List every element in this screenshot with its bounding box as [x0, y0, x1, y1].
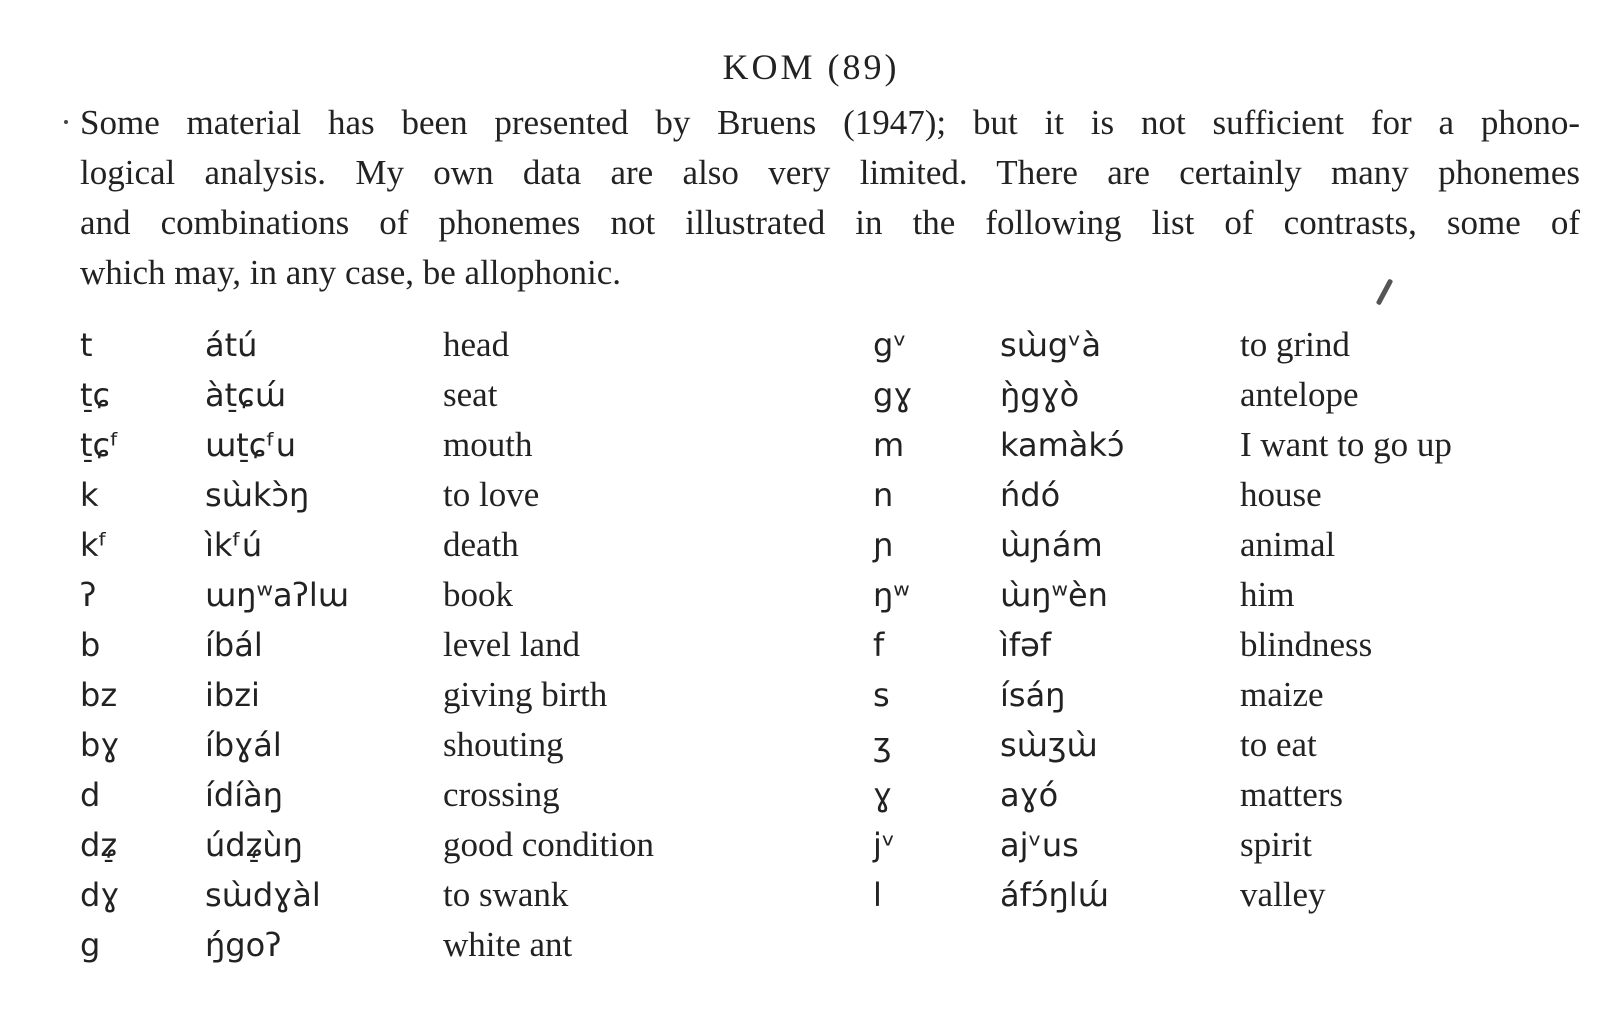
intro-paragraph: Some material has been presented by Brue… — [80, 98, 1580, 298]
left-gloss-column: head seat mouth to love death book level… — [443, 320, 654, 970]
phoneme-cell: gᵛ — [873, 326, 907, 364]
word-cell: ŋ̀gɣò — [1000, 376, 1080, 414]
phoneme-cell: l — [873, 876, 882, 914]
phoneme-cell: dɣ — [80, 876, 120, 914]
gloss-cell: matters — [1240, 775, 1344, 814]
intro-line: and combinations of phonemes not illustr… — [80, 203, 1580, 242]
gloss-cell: death — [443, 525, 519, 564]
word-cell: sɯ̀gᵛà — [1000, 326, 1102, 364]
gloss-cell: giving birth — [443, 675, 608, 714]
gloss-cell: antelope — [1240, 375, 1359, 414]
phoneme-cell: bz — [80, 676, 118, 714]
word-cell: ídíàŋ — [205, 776, 283, 814]
phoneme-cell: n — [873, 476, 894, 514]
gloss-cell: crossing — [443, 775, 560, 814]
gloss-cell: I want to go up — [1240, 425, 1452, 464]
phoneme-cell: d — [80, 776, 101, 814]
gloss-cell: to love — [443, 475, 540, 514]
gloss-cell: him — [1240, 575, 1295, 614]
phoneme-cell: g — [80, 926, 101, 964]
word-cell: àt̠ɕɯ́ — [205, 376, 286, 414]
word-cell: sɯ̀kɔ̀ŋ — [205, 476, 310, 514]
phoneme-cell: m — [873, 426, 905, 464]
word-cell: áfɔ́ŋlɯ́ — [1000, 876, 1109, 914]
gloss-cell: white ant — [443, 925, 573, 964]
gloss-cell: seat — [443, 375, 498, 414]
gloss-cell: animal — [1240, 525, 1336, 564]
gloss-cell: valley — [1240, 875, 1326, 914]
phoneme-cell: kᶠ — [80, 526, 109, 564]
document-page: KOM (89) Some material has been presente… — [0, 0, 1622, 1033]
right-phoneme-column: gᵛ gɣ m n ɲ ŋʷ f s ʒ ɣ jᵛ l — [873, 320, 912, 920]
word-cell: aɣó — [1000, 776, 1059, 814]
word-cell: ìfəf — [1000, 626, 1052, 664]
word-cell: kamàkɔ́ — [1000, 426, 1125, 464]
phoneme-cell: f — [873, 626, 885, 664]
word-cell: íbál — [205, 626, 263, 664]
gloss-cell: level land — [443, 625, 581, 664]
phoneme-cell: t — [80, 326, 93, 364]
gloss-cell: house — [1240, 475, 1322, 514]
phoneme-cell: ŋʷ — [873, 576, 910, 614]
word-cell: ńdó — [1000, 476, 1061, 514]
phoneme-cell: dʑ̠ — [80, 826, 118, 864]
word-cell: ɯ̀ɲám — [1000, 526, 1103, 564]
word-cell: sɯ̀dɣàl — [205, 876, 321, 914]
gloss-cell: to eat — [1240, 725, 1317, 764]
word-cell: ŋ́goʔ — [205, 926, 282, 964]
gloss-cell: shouting — [443, 725, 564, 764]
gloss-cell: book — [443, 575, 513, 614]
phoneme-cell: ʔ — [80, 576, 97, 614]
gloss-cell: blindness — [1240, 625, 1373, 664]
intro-line: which may, in any case, be allophonic. — [80, 253, 622, 292]
section-heading: KOM (89) — [722, 47, 900, 87]
word-cell: ajᵛus — [1000, 826, 1079, 864]
phoneme-cell: bɣ — [80, 726, 120, 764]
margin-dot — [64, 120, 68, 124]
word-cell: ísáŋ — [1000, 676, 1066, 714]
gloss-cell: good condition — [443, 825, 654, 864]
intro-line: Some material has been presented by Brue… — [80, 103, 1580, 142]
word-cell: ɯŋʷaʔlɯ — [205, 576, 349, 614]
word-cell: ɯt̠ɕᶠu — [205, 426, 297, 464]
phoneme-cell: b — [80, 626, 101, 664]
phoneme-cell: ʒ — [873, 726, 892, 764]
phoneme-cell: ɣ — [873, 776, 893, 814]
gloss-cell: maize — [1240, 675, 1324, 714]
word-cell: ɯ̀ŋʷèn — [1000, 576, 1108, 614]
phoneme-cell: t̠ɕᶠ — [80, 426, 120, 464]
word-cell: átú — [205, 326, 258, 364]
word-cell: ìkᶠú — [205, 526, 263, 564]
word-cell: íbɣál — [205, 726, 282, 764]
gloss-cell: spirit — [1240, 825, 1312, 864]
gloss-cell: head — [443, 325, 510, 364]
word-cell: ibzi — [205, 676, 260, 714]
intro-line: logical analysis. My own data are also v… — [80, 153, 1580, 192]
left-word-column: átú àt̠ɕɯ́ ɯt̠ɕᶠu sɯ̀kɔ̀ŋ ìkᶠú ɯŋʷaʔlɯ í… — [205, 320, 349, 970]
right-gloss-column: to grind antelope I want to go up house … — [1240, 320, 1452, 920]
phoneme-cell: gɣ — [873, 376, 913, 414]
phoneme-cell: t̠ɕ — [80, 376, 111, 414]
phoneme-cell: ɲ — [873, 526, 894, 564]
gloss-cell: to swank — [443, 875, 569, 914]
gloss-cell: to grind — [1240, 325, 1350, 364]
phoneme-cell: k — [80, 476, 99, 514]
left-phoneme-column: t t̠ɕ t̠ɕᶠ k kᶠ ʔ b bz bɣ d dʑ̠ dɣ g — [80, 320, 120, 970]
word-cell: sɯ̀ʒɯ̀ — [1000, 726, 1098, 764]
phoneme-cell: s — [873, 676, 890, 714]
right-word-column: sɯ̀gᵛà ŋ̀gɣò kamàkɔ́ ńdó ɯ̀ɲám ɯ̀ŋʷèn ìf… — [1000, 320, 1124, 920]
phoneme-cell: jᵛ — [873, 826, 896, 864]
word-cell: údʑ̠ùŋ — [205, 826, 303, 864]
gloss-cell: mouth — [443, 425, 533, 464]
